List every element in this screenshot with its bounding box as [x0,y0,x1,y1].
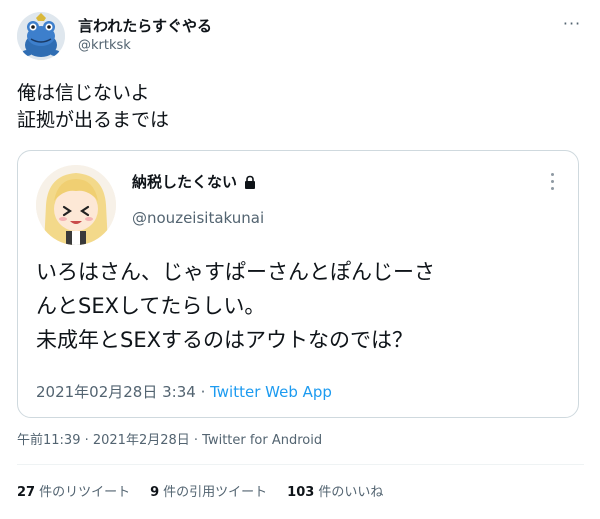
quoted-more-options-icon[interactable] [548,173,556,195]
quoted-author-name-row[interactable]: 納税したくない [132,173,257,191]
quoted-source-link[interactable]: Twitter Web App [210,383,332,401]
author-avatar[interactable] [17,12,65,60]
tweet-text-line: 証拠が出るまでは [17,109,170,131]
author-display-name[interactable]: 言われたらすぐやる [78,17,212,35]
quoted-tweet-meta: 2021年02月28日 3:34 · Twitter Web App [36,383,332,401]
divider [17,464,584,465]
frog-avatar-icon [17,12,65,60]
retweets-stat[interactable]: 27 件のリツイート [17,484,130,502]
quoted-tweet-card[interactable]: 納税したくない @nouzeisitakunai いろはさん、じゃすぱーさんとぽ… [17,150,579,418]
tweet-text-line: 俺は信じないよ [17,82,150,104]
likes-label: 件のいいね [318,485,384,500]
quote-tweets-count: 9 [150,485,160,500]
lock-icon [245,175,256,189]
retweets-label: 件のリツイート [39,485,131,500]
likes-count: 103 [287,485,315,500]
quote-tweets-label: 件の引用ツイート [163,485,268,500]
more-options-icon[interactable]: ··· [560,14,584,38]
author-handle[interactable]: @krtksk [78,38,131,54]
retweets-count: 27 [17,485,36,500]
tweet-text: 俺は信じないよ 証拠が出るまでは [17,80,169,134]
tweet: 言われたらすぐやる @krtksk ··· 俺は信じないよ 証拠が出るまでは 納… [0,0,600,519]
quoted-text-line: 未成年とSEXするのはアウトなのでは？ [36,328,413,352]
quoted-text-line: いろはさん、じゃすぱーさんとぽんじーさ [36,260,435,284]
quote-tweets-stat[interactable]: 9 件の引用ツイート [150,484,267,502]
quoted-text-line: んとSEXしてたらしい。 [36,294,266,318]
tweet-timestamp[interactable]: 午前11:39 · 2021年2月28日 · Twitter for Andro… [17,433,322,449]
quoted-author-handle[interactable]: @nouzeisitakunai [132,209,264,227]
engagement-stats: 27 件のリツイート 9 件の引用ツイート 103 件のいいね [17,484,383,502]
quoted-author-avatar[interactable] [36,165,116,245]
quoted-tweet-text: いろはさん、じゃすぱーさんとぽんじーさ んとSEXしてたらしい。 未成年とSEX… [36,255,435,357]
likes-stat[interactable]: 103 件のいいね [287,484,383,502]
anime-girl-avatar-icon [36,165,116,245]
quoted-author-display-name[interactable]: 納税したくない [132,173,237,191]
quoted-date[interactable]: 2021年02月28日 3:34 · [36,383,210,401]
